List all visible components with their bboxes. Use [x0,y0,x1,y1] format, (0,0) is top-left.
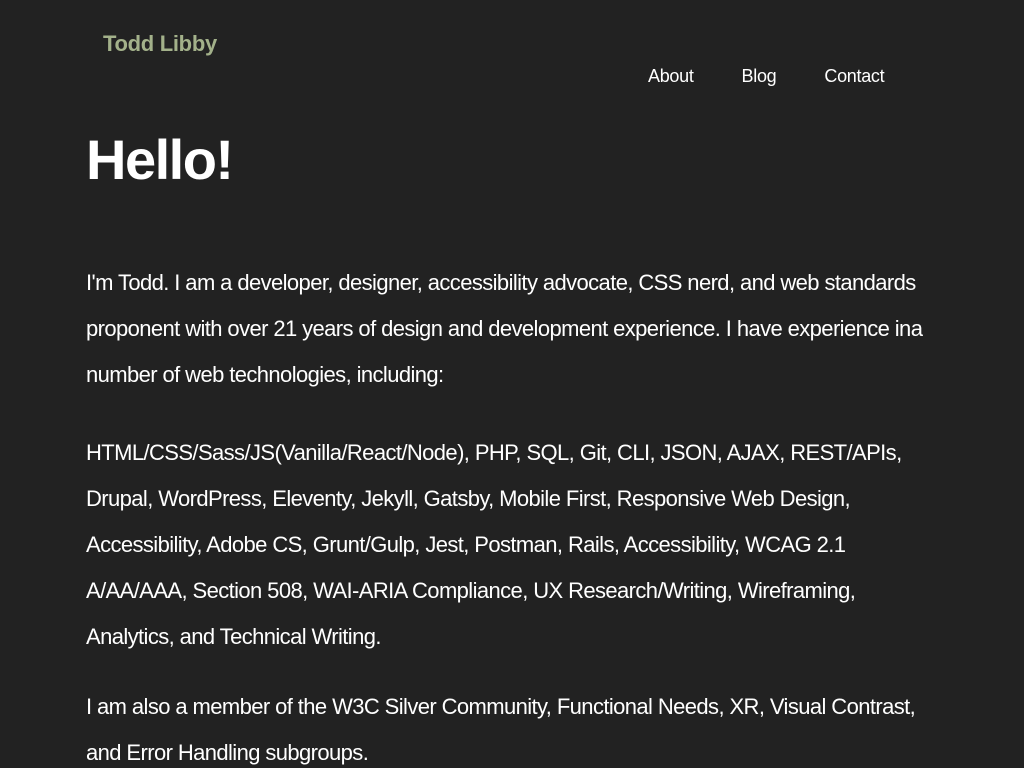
site-title-link[interactable]: Todd Libby [103,31,217,57]
nav-link-contact[interactable]: Contact [824,64,884,88]
main-content: Hello! I'm Todd. I am a developer, desig… [86,124,946,768]
nav-link-about[interactable]: About [648,64,694,88]
nav-item-blog: Blog [742,64,825,88]
page: Todd Libby About Blog Contact Hello! I'm… [0,0,1024,768]
nav-item-about: About [648,64,742,88]
nav-item-contact: Contact [824,64,884,88]
nav-list: About Blog Contact [648,64,885,88]
page-heading: Hello! [86,128,234,191]
skills-paragraph: HTML/CSS/Sass/JS(Vanilla/React/Node), PH… [86,440,902,649]
intro-paragraph: I'm Todd. I am a developer, designer, ac… [86,270,923,387]
membership-paragraph: I am also a member of the W3C Silver Com… [86,694,916,765]
nav-link-blog[interactable]: Blog [742,64,777,88]
